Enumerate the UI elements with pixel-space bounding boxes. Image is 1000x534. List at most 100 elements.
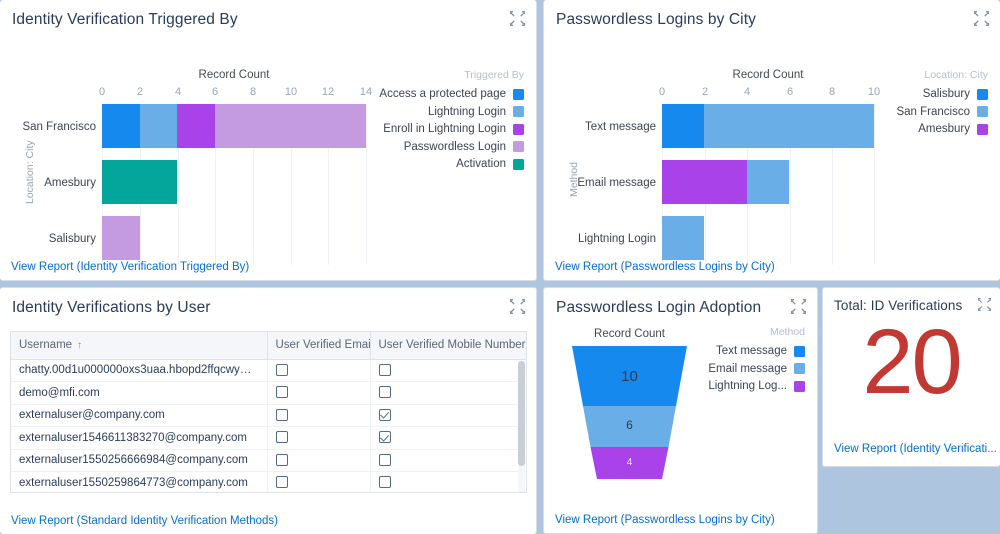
cell-username: externaluser1550259864773@company.com xyxy=(11,471,268,492)
x-tick-0: 0 xyxy=(98,86,106,98)
dashboard-canvas: Identity Verification Triggered By Recor… xyxy=(0,0,1000,534)
checkbox-verified-mobile[interactable] xyxy=(378,408,391,421)
bar-segment-san-francisco[interactable] xyxy=(704,104,874,148)
legend-item-amesbury[interactable]: Amesbury xyxy=(896,123,988,135)
legend-swatch-icon xyxy=(513,106,524,117)
bar-segment-enroll-in-lightning-login[interactable] xyxy=(177,104,216,148)
funnel-value-lightning-login: 4 xyxy=(626,457,633,468)
bar-row-salisbury[interactable] xyxy=(102,216,140,260)
verifications-table-container[interactable]: Username ↑ User Verified Email User Verif… xyxy=(10,331,527,493)
cell-username: externaluser@company.com xyxy=(11,404,268,427)
checkbox-verified-mobile[interactable] xyxy=(378,453,391,466)
view-report-link[interactable]: View Report (Passwordless Logins by City… xyxy=(555,261,775,273)
x-axis-title: Record Count xyxy=(732,69,804,81)
bar-segment-amesbury[interactable] xyxy=(662,160,747,204)
expand-alt-icon[interactable] xyxy=(974,11,989,26)
checkbox-verified-email[interactable] xyxy=(275,363,288,376)
panel-title: Passwordless Logins by City xyxy=(556,11,756,28)
checkbox-verified-mobile[interactable] xyxy=(378,386,391,399)
bar-segment-access-a-protected-page[interactable] xyxy=(102,104,140,148)
column-header-username[interactable]: Username ↑ xyxy=(11,332,268,360)
bar-row-email-message[interactable] xyxy=(662,160,790,204)
cell-verified-email xyxy=(267,426,371,450)
funnel-value-label: Record Count xyxy=(594,328,665,340)
legend-swatch-icon xyxy=(794,363,805,374)
table-row[interactable]: externaluser@company.com xyxy=(11,404,526,427)
bar-segment-san-francisco[interactable] xyxy=(662,216,705,260)
legend-item-san-francisco[interactable]: San Francisco xyxy=(896,106,988,118)
legend-swatch-icon xyxy=(977,123,988,135)
view-report-link[interactable]: View Report (Identity Verification Trigg… xyxy=(11,261,249,273)
table-row[interactable]: chatty.00d1u000000oxs3uaa.hbopd2ffqcwy@c… xyxy=(11,359,526,382)
x-tick-6: 6 xyxy=(786,86,794,98)
view-report-link[interactable]: View Report (Passwordless Logins by City… xyxy=(555,514,775,526)
bar-row-amesbury[interactable] xyxy=(102,160,178,204)
bar-row-text-message[interactable] xyxy=(662,104,874,148)
category-label-lightning-login: Lightning Login xyxy=(577,233,656,245)
x-tick-12: 12 xyxy=(321,86,335,98)
column-header-user-verified-email[interactable]: User Verified Email xyxy=(267,332,371,360)
legend-label: Activation xyxy=(456,158,506,170)
legend-swatch-icon xyxy=(513,123,524,135)
legend-item-passwordless-login[interactable]: Passwordless Login xyxy=(379,141,524,153)
category-label-san-francisco: San Francisco xyxy=(22,121,96,133)
legend-item-lightning-login[interactable]: Lightning Login xyxy=(379,106,524,118)
column-label: User Verified Email xyxy=(275,339,370,352)
expand-alt-icon[interactable] xyxy=(510,299,525,314)
expand-alt-icon[interactable] xyxy=(791,299,806,314)
funnel-chart: 10 6 4 xyxy=(572,346,687,481)
table-scrollbar-thumb[interactable] xyxy=(518,361,525,466)
legend-item-enroll-in-lightning-login[interactable]: Enroll in Lightning Login xyxy=(379,123,524,135)
cell-verified-email xyxy=(267,359,371,382)
legend-item-salisbury[interactable]: Salisbury xyxy=(896,88,988,100)
y-axis-title: Location: City xyxy=(24,140,36,204)
bar-segment-salisbury[interactable] xyxy=(662,104,705,148)
legend-item-text-message[interactable]: Text message xyxy=(708,345,805,357)
gridline xyxy=(366,103,367,265)
table-row[interactable]: demo@mfi.com xyxy=(11,381,526,405)
legend-item-email-message[interactable]: Email message xyxy=(708,363,805,375)
legend-title: Method xyxy=(769,326,805,338)
x-tick-10: 10 xyxy=(867,86,881,98)
legend-item-lightning-login[interactable]: Lightning Log... xyxy=(708,380,805,392)
expand-alt-icon[interactable] xyxy=(510,11,525,26)
checkbox-verified-email[interactable] xyxy=(275,408,288,421)
checkbox-verified-email[interactable] xyxy=(275,386,288,399)
checkbox-verified-email[interactable] xyxy=(275,476,288,489)
bar-segment-san-francisco[interactable] xyxy=(746,160,790,204)
table-row[interactable]: externaluser1546611383270@company.com xyxy=(11,426,526,450)
checkbox-verified-mobile[interactable] xyxy=(378,363,391,376)
verifications-table: Username ↑ User Verified Email User Verif… xyxy=(11,332,526,492)
checkbox-verified-email[interactable] xyxy=(275,453,288,466)
funnel-value-email-message: 6 xyxy=(626,418,633,432)
table-row[interactable]: externaluser1550259864773@company.com xyxy=(11,471,526,492)
funnel-value-text-message: 10 xyxy=(621,368,638,385)
cell-username: externaluser1550256666984@company.com xyxy=(11,449,268,472)
legend-label: Salisbury xyxy=(922,88,970,100)
chart-legend: Triggered By Access a protected page Lig… xyxy=(379,69,524,176)
bar-segment-activation[interactable] xyxy=(102,160,178,204)
bar-row-san-francisco[interactable] xyxy=(102,104,366,148)
x-tick-4: 4 xyxy=(174,86,182,98)
bar-segment-passwordless-login[interactable] xyxy=(215,104,366,148)
checkbox-verified-mobile[interactable] xyxy=(378,431,391,444)
legend-swatch-icon xyxy=(513,141,524,152)
view-report-link[interactable]: View Report (Standard Identity Verificat… xyxy=(11,515,278,527)
bar-segment-passwordless-login[interactable] xyxy=(102,216,140,260)
legend-label: Email message xyxy=(708,362,787,375)
view-report-link[interactable]: View Report (Identity Verificati... xyxy=(834,443,997,455)
checkbox-verified-email[interactable] xyxy=(275,431,288,444)
x-tick-0: 0 xyxy=(658,86,666,98)
table-row[interactable]: externaluser1550256666984@company.com xyxy=(11,449,526,472)
bar-segment-lightning-login[interactable] xyxy=(139,104,178,148)
legend-item-activation[interactable]: Activation xyxy=(379,158,524,170)
column-header-user-verified-mobile-number[interactable]: User Verified Mobile Number xyxy=(370,332,526,360)
bar-row-lightning-login[interactable] xyxy=(662,216,705,260)
checkbox-verified-mobile[interactable] xyxy=(378,476,391,489)
legend-swatch-icon xyxy=(977,106,988,117)
legend-item-access-a-protected-page[interactable]: Access a protected page xyxy=(379,88,524,100)
cell-verified-mobile xyxy=(370,426,526,450)
expand-alt-icon[interactable] xyxy=(978,298,991,311)
table-header-row: Username ↑ User Verified Email User Verif… xyxy=(11,332,526,360)
chart-legend: Method Text message Email message Lightn… xyxy=(708,326,805,398)
